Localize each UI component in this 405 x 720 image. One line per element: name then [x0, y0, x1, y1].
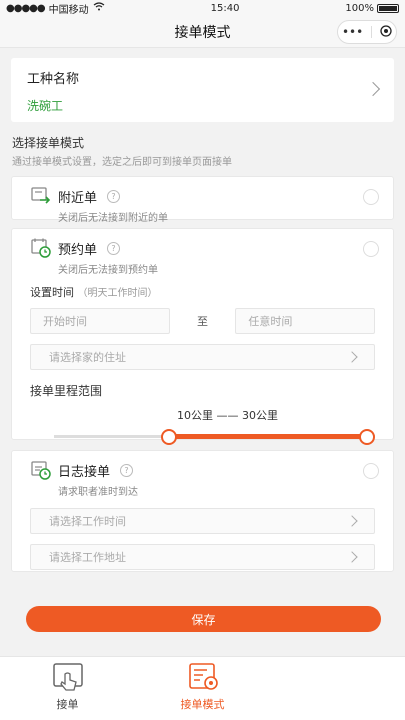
- set-time-row: 设置时间 （明天工作时间）: [30, 284, 375, 300]
- mode-card-daily: 日志接单 ? 请求职者准时到达 请选择工作时间 请选择工作地址: [11, 450, 394, 572]
- help-icon[interactable]: ?: [107, 189, 121, 203]
- set-time-label: 设置时间: [30, 286, 74, 299]
- mode-card-nearby[interactable]: 附近单 ? 关闭后无法接到附近的单: [11, 176, 394, 224]
- daily-order-icon: [30, 459, 52, 481]
- start-time-input[interactable]: 开始时间: [30, 308, 170, 334]
- battery-icon: [377, 3, 399, 13]
- daily-radio[interactable]: [363, 463, 379, 479]
- mode-name-nearby: 附近单: [58, 190, 98, 206]
- range-label: 接单里程范围: [30, 384, 103, 398]
- save-button[interactable]: 保存: [26, 606, 381, 632]
- slider-fill: [168, 434, 367, 439]
- close-target-icon[interactable]: [380, 24, 392, 40]
- range-values: 10公里 —— 30公里: [177, 409, 278, 422]
- tab-order-mode-label: 接单模式: [180, 698, 225, 711]
- clock: 15:40: [210, 2, 240, 14]
- chevron-right-icon: [346, 551, 358, 563]
- tab-bar: 接单 接单模式: [0, 656, 405, 720]
- status-bar: ●●●●● 中国移动 15:40 100%: [0, 0, 405, 16]
- section-subtitle: 通过接单模式设置，选定之后即可到接单页面接单: [12, 157, 232, 168]
- help-icon[interactable]: ?: [107, 241, 121, 255]
- help-icon[interactable]: ?: [120, 463, 134, 477]
- distance-range-slider[interactable]: [30, 427, 375, 445]
- work-address-placeholder: 请选择工作地址: [49, 551, 126, 564]
- nearby-radio[interactable]: [363, 189, 379, 205]
- chevron-right-icon: [346, 351, 358, 363]
- tab-orders-label: 接单: [56, 698, 79, 711]
- work-address-select[interactable]: 请选择工作地址: [30, 544, 375, 570]
- trade-value: 洗碗工: [27, 99, 64, 113]
- mini-program-capsule: •••: [337, 20, 397, 44]
- carrier-label: 中国移动: [48, 4, 89, 16]
- mode-card-reserve: 预约单 ? 关闭后无法接到预约单 设置时间 （明天工作时间） 开始时间 至 任意…: [11, 228, 394, 445]
- nearby-order-icon: [30, 185, 52, 207]
- home-address-select[interactable]: 请选择家的住址: [30, 344, 375, 370]
- set-time-hint: （明天工作时间）: [77, 288, 158, 299]
- mode-desc-daily: 请求职者准时到达: [58, 487, 138, 498]
- wifi-icon: [93, 2, 105, 14]
- slider-thumb-max[interactable]: [359, 429, 375, 445]
- tab-empty: [270, 657, 405, 720]
- home-address-placeholder: 请选择家的住址: [49, 351, 126, 364]
- mode-desc-nearby: 关闭后无法接到附近的单: [58, 213, 168, 224]
- tab-orders[interactable]: 接单: [0, 657, 135, 720]
- chevron-right-icon: [346, 515, 358, 527]
- end-time-input[interactable]: 任意时间: [235, 308, 376, 334]
- trade-selector[interactable]: 工种名称 洗碗工: [11, 58, 394, 122]
- mode-name-daily: 日志接单: [58, 464, 111, 480]
- work-time-placeholder: 请选择工作时间: [49, 515, 126, 528]
- more-icon[interactable]: •••: [342, 25, 363, 39]
- tab-order-mode[interactable]: 接单模式: [135, 657, 270, 720]
- settings-doc-icon: [185, 662, 221, 692]
- reserve-radio[interactable]: [363, 241, 379, 257]
- section-title: 选择接单模式: [12, 136, 85, 150]
- battery-percent: 100%: [345, 2, 374, 14]
- reserve-order-icon: [30, 237, 52, 259]
- slider-thumb-min[interactable]: [160, 429, 177, 445]
- work-time-select[interactable]: 请选择工作时间: [30, 508, 375, 534]
- page-title: 接单模式: [174, 24, 231, 41]
- nav-bar: 接单模式 •••: [0, 16, 405, 48]
- mode-desc-reserve: 关闭后无法接到预约单: [58, 265, 158, 276]
- to-label: 至: [197, 315, 208, 328]
- hand-tap-icon: [50, 662, 86, 692]
- trade-label: 工种名称: [27, 72, 80, 87]
- mode-name-reserve: 预约单: [58, 242, 98, 258]
- signal-icon: ●●●●●: [6, 2, 46, 14]
